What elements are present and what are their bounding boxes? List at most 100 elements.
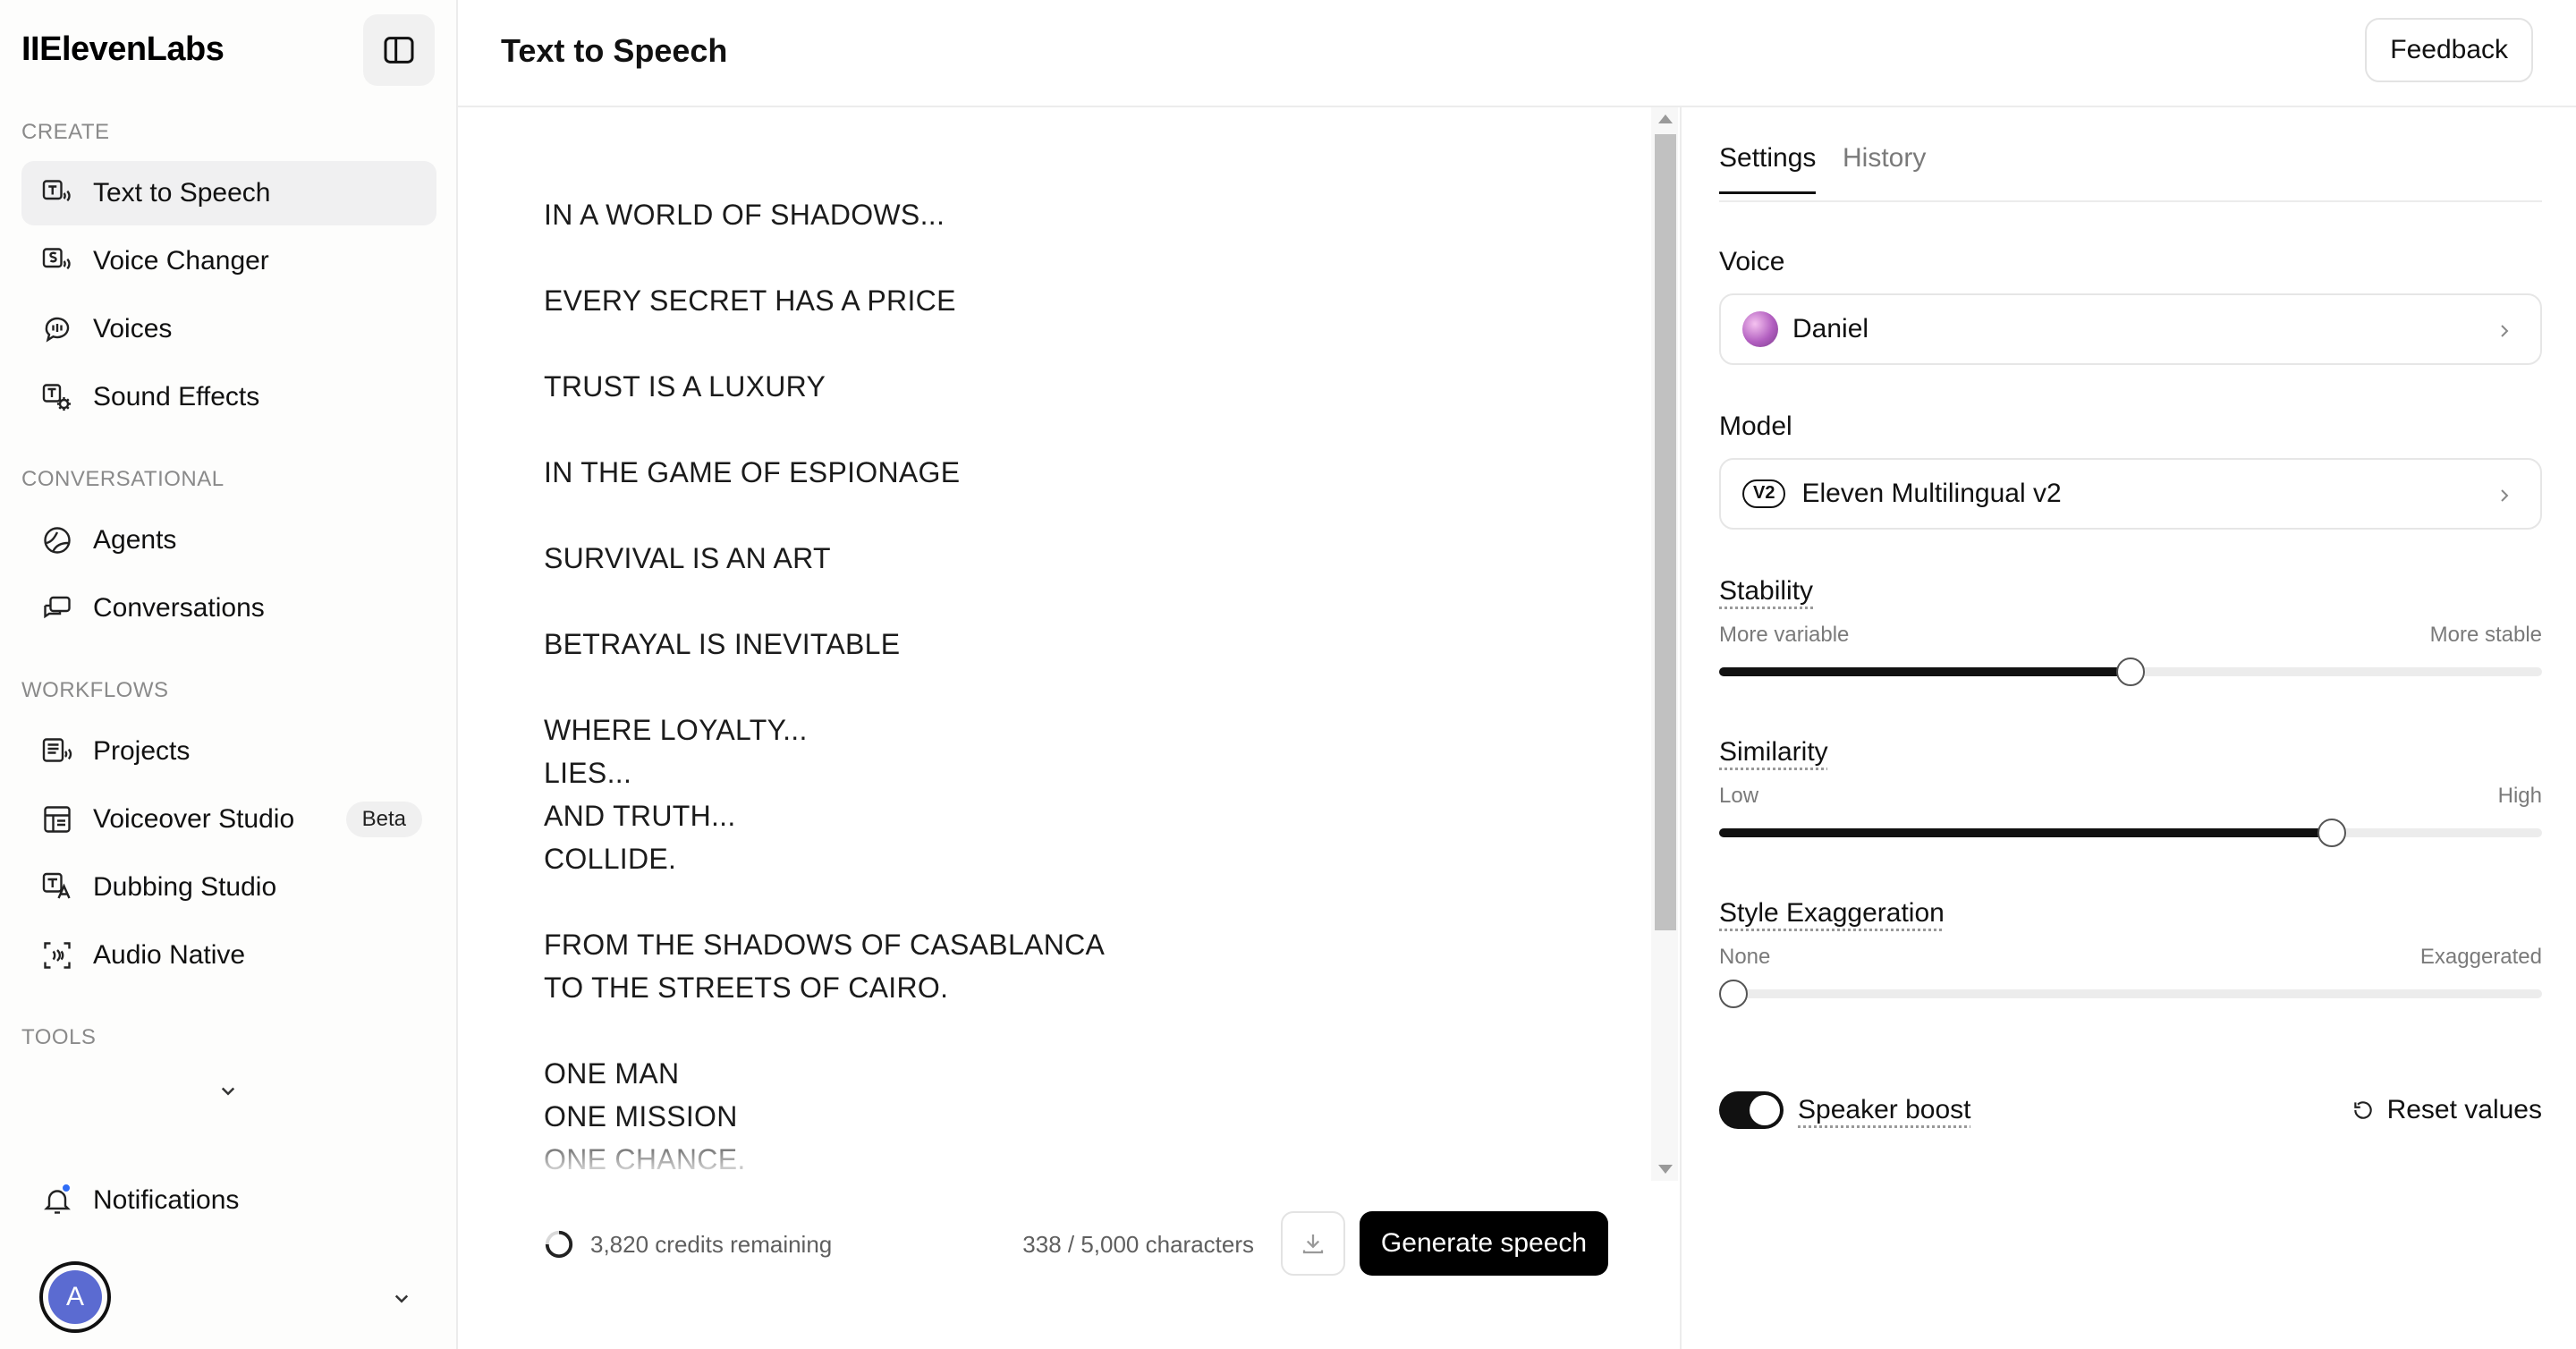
- style-exaggeration-slider[interactable]: [1719, 980, 2542, 1008]
- scroll-thumb[interactable]: [1655, 134, 1676, 930]
- notification-dot: [61, 1183, 72, 1193]
- speaker-boost-label[interactable]: Speaker boost: [1798, 1095, 1970, 1125]
- account-menu[interactable]: A: [21, 1256, 436, 1338]
- text-to-speech-icon: [39, 175, 75, 211]
- sidebar-item-label: Voice Changer: [93, 246, 269, 276]
- sidebar-toggle-icon: [384, 37, 414, 64]
- voice-select[interactable]: Daniel: [1719, 293, 2542, 365]
- similarity-slider[interactable]: [1719, 819, 2542, 847]
- style-exaggeration-min-label: None: [1719, 945, 1771, 969]
- feedback-button[interactable]: Feedback: [2365, 18, 2533, 82]
- chevron-down-icon[interactable]: [215, 1077, 242, 1104]
- sidebar: IIElevenLabs CREATE Text to Speech Voice…: [0, 0, 458, 1349]
- page-title: Text to Speech: [501, 32, 728, 69]
- sidebar-item-voiceover-studio[interactable]: Voiceover Studio Beta: [21, 787, 436, 852]
- sidebar-item-label: Voiceover Studio: [93, 804, 295, 834]
- download-button[interactable]: [1281, 1211, 1345, 1276]
- sound-effects-icon: [39, 379, 75, 415]
- avatar-ring: A: [39, 1261, 111, 1333]
- text-editor-pane: IN A WORLD OF SHADOWS... EVERY SECRET HA…: [458, 107, 1682, 1349]
- audio-native-icon: [39, 938, 75, 973]
- sidebar-item-label: Text to Speech: [93, 178, 271, 208]
- similarity-max-label: High: [2497, 784, 2542, 808]
- credits-indicator: 3,820 credits remaining: [544, 1229, 832, 1260]
- conversations-icon: [39, 590, 75, 626]
- editor-scrollbar[interactable]: [1651, 107, 1678, 1181]
- section-label-conversational: CONVERSATIONAL: [21, 467, 225, 491]
- credits-text: 3,820 credits remaining: [590, 1230, 833, 1258]
- beta-badge: Beta: [345, 802, 422, 837]
- stability-min-label: More variable: [1719, 623, 1850, 647]
- voice-changer-icon: [39, 243, 75, 279]
- stability-slider-fill: [1719, 667, 2131, 676]
- similarity-label: Similarity: [1719, 737, 1828, 767]
- avatar: A: [48, 1270, 102, 1324]
- dubbing-studio-icon: [39, 870, 75, 905]
- sidebar-item-agents[interactable]: Agents: [21, 508, 436, 573]
- sidebar-item-label: Conversations: [93, 593, 265, 623]
- stability-label: Stability: [1719, 576, 1814, 606]
- model-label: Model: [1719, 411, 1792, 441]
- settings-tabs: Settings History: [1719, 143, 2542, 202]
- sidebar-item-label: Projects: [93, 736, 191, 766]
- sidebar-item-sound-effects[interactable]: Sound Effects: [21, 365, 436, 429]
- chevron-right-icon: [2501, 489, 2509, 502]
- sidebar-item-voices[interactable]: Voices: [21, 297, 436, 361]
- sidebar-item-label: Audio Native: [93, 940, 246, 970]
- stability-slider-thumb[interactable]: [2116, 658, 2145, 686]
- tab-settings[interactable]: Settings: [1719, 143, 1817, 194]
- similarity-min-label: Low: [1719, 784, 1759, 808]
- reset-values-label: Reset values: [2386, 1095, 2542, 1124]
- stability-slider[interactable]: [1719, 658, 2542, 686]
- app-logo[interactable]: IIElevenLabs: [21, 30, 225, 69]
- tab-history[interactable]: History: [1843, 143, 1926, 191]
- section-label-create: CREATE: [21, 120, 110, 144]
- model-value: Eleven Multilingual v2: [1801, 479, 2062, 508]
- chevron-down-icon: [394, 1294, 409, 1303]
- sidebar-item-conversations[interactable]: Conversations: [21, 576, 436, 641]
- credits-progress-icon: [545, 1230, 573, 1259]
- voices-icon: [39, 311, 75, 347]
- agents-icon: [39, 522, 75, 558]
- character-count: 338 / 5,000 characters: [1022, 1231, 1254, 1258]
- reset-icon: [2353, 1101, 2372, 1119]
- toggle-knob: [1750, 1095, 1780, 1125]
- speaker-boost-toggle[interactable]: [1719, 1091, 1784, 1129]
- collapse-sidebar-button[interactable]: [363, 14, 435, 86]
- voiceover-studio-icon: [39, 802, 75, 837]
- scroll-up-arrow-icon[interactable]: [1658, 115, 1673, 123]
- projects-icon: [39, 734, 75, 769]
- model-select[interactable]: V2 Eleven Multilingual v2: [1719, 458, 2542, 530]
- generate-speech-button[interactable]: Generate speech: [1360, 1211, 1608, 1276]
- editor-fade: [544, 1127, 1617, 1181]
- section-label-workflows: WORKFLOWS: [21, 678, 169, 702]
- style-exaggeration-label: Style Exaggeration: [1719, 898, 1945, 928]
- voice-avatar: [1742, 311, 1778, 347]
- scroll-down-arrow-icon[interactable]: [1658, 1165, 1673, 1174]
- sidebar-item-voice-changer[interactable]: Voice Changer: [21, 229, 436, 293]
- stability-max-label: More stable: [2429, 623, 2542, 647]
- sidebar-item-label: Sound Effects: [93, 382, 260, 411]
- script-textarea[interactable]: IN A WORLD OF SHADOWS... EVERY SECRET HA…: [544, 193, 1617, 1177]
- style-exaggeration-slider-thumb[interactable]: [1719, 980, 1748, 1008]
- top-header: Text to Speech Feedback: [458, 0, 2576, 107]
- notifications-button[interactable]: Notifications: [21, 1168, 239, 1233]
- sidebar-item-dubbing-studio[interactable]: Dubbing Studio: [21, 855, 436, 920]
- download-icon: [1302, 1234, 1324, 1254]
- sidebar-item-label: Dubbing Studio: [93, 872, 277, 902]
- section-label-tools: TOOLS: [21, 1025, 97, 1049]
- sidebar-item-audio-native[interactable]: Audio Native: [21, 923, 436, 988]
- voice-value: Daniel: [1792, 314, 1869, 344]
- style-exaggeration-max-label: Exaggerated: [2419, 945, 2542, 969]
- similarity-slider-thumb[interactable]: [2318, 819, 2347, 847]
- reset-values-button[interactable]: Reset values: [2351, 1088, 2542, 1133]
- editor-footer: 3,820 credits remaining 338 / 5,000 char…: [544, 1211, 1608, 1276]
- model-version-badge: V2: [1742, 479, 1786, 508]
- settings-panel: Settings History Voice Daniel Model V2 E…: [1683, 107, 2576, 1349]
- sidebar-item-label: Voices: [93, 314, 173, 344]
- voice-label: Voice: [1719, 247, 1785, 276]
- sidebar-item-text-to-speech[interactable]: Text to Speech: [21, 161, 436, 225]
- sidebar-item-label: Agents: [93, 525, 177, 555]
- sidebar-item-projects[interactable]: Projects: [21, 719, 436, 784]
- chevron-right-icon: [2501, 325, 2509, 337]
